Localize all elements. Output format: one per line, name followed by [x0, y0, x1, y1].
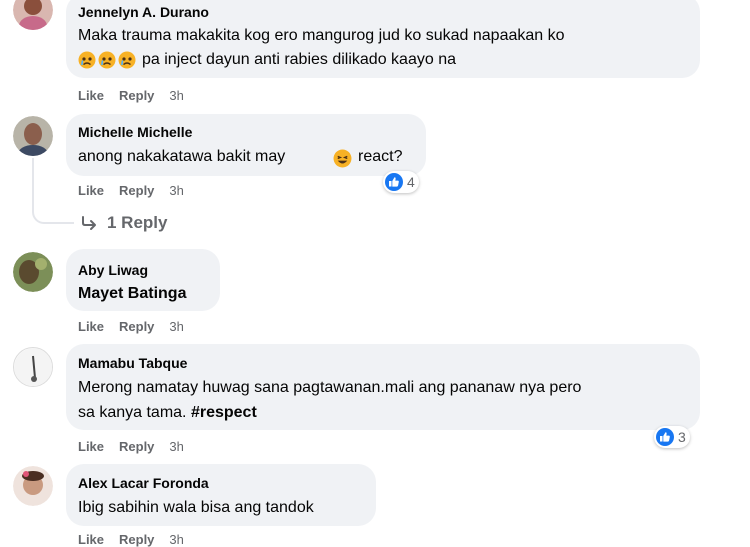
comment-time[interactable]: 3h [169, 439, 183, 454]
comment-text: Maka trauma makakita kog ero mangurog ju… [78, 27, 565, 44]
crying-emojis [78, 51, 136, 69]
comment-time[interactable]: 3h [169, 183, 183, 198]
crying-face-emoji [98, 51, 116, 69]
avatar-michelle[interactable] [13, 116, 53, 156]
comment-text-suffix: react? [358, 148, 403, 165]
comment-text: Merong namatay huwag sana pagtawanan.mal… [78, 379, 582, 396]
comment-actions: Like Reply 3h [78, 439, 199, 454]
hashtag-link[interactable]: #respect [191, 404, 257, 421]
reply-button[interactable]: Reply [119, 88, 154, 103]
comment-text-line2: pa inject dayun anti rabies dilikado kaa… [142, 51, 456, 68]
reaction-count: 4 [407, 174, 415, 190]
comment-text-line2-body: sa kanya tama. #respect [78, 404, 257, 421]
avatar-alex[interactable] [13, 466, 53, 506]
reply-button[interactable]: Reply [119, 319, 154, 334]
comment-author[interactable]: Mamabu Tabque [78, 355, 187, 371]
avatar-mamabu[interactable] [13, 347, 53, 387]
like-reaction-icon [656, 428, 674, 446]
comment-time[interactable]: 3h [169, 319, 183, 334]
like-button[interactable]: Like [78, 439, 104, 454]
like-button[interactable]: Like [78, 319, 104, 334]
comment-text[interactable]: Mayet Batinga [78, 285, 186, 303]
comment-actions: Like Reply 3h [78, 88, 199, 103]
like-button[interactable]: Like [78, 532, 104, 547]
like-reaction-icon [385, 173, 403, 191]
comment-text-line2: sa kanya tama. #respect [78, 404, 257, 422]
reply-button[interactable]: Reply [119, 183, 154, 198]
thread-connector-curve [32, 196, 74, 224]
comment-time[interactable]: 3h [169, 532, 183, 547]
comment-author[interactable]: Aby Liwag [78, 262, 148, 278]
avatar-aby[interactable] [13, 252, 53, 292]
reply-button[interactable]: Reply [119, 532, 154, 547]
like-button[interactable]: Like [78, 88, 104, 103]
comment-actions: Like Reply 3h [78, 532, 199, 547]
comment-actions: Like Reply 3h [78, 319, 199, 334]
reaction-summary[interactable]: 3 [654, 426, 690, 448]
view-replies-button[interactable]: 1 Reply [80, 213, 167, 233]
reaction-summary[interactable]: 4 [383, 171, 419, 193]
comment-author[interactable]: Michelle Michelle [78, 124, 192, 140]
crying-face-emoji [78, 51, 96, 69]
comment-actions: Like Reply 3h [78, 183, 199, 198]
reply-arrow-icon [82, 216, 96, 230]
crying-face-emoji [118, 51, 136, 69]
comment-time[interactable]: 3h [169, 88, 183, 103]
laughing-face-emoji [333, 149, 352, 168]
comment-author[interactable]: Jennelyn A. Durano [78, 4, 209, 20]
reply-button[interactable]: Reply [119, 439, 154, 454]
comment-text: anong nakakatawa bakit may [78, 148, 286, 165]
comment-author[interactable]: Alex Lacar Foronda [78, 475, 209, 491]
reaction-count: 3 [678, 429, 686, 445]
comment-text: Ibig sabihin wala bisa ang tandok [78, 499, 314, 516]
like-button[interactable]: Like [78, 183, 104, 198]
avatar-jennelyn[interactable] [13, 0, 53, 30]
replies-label[interactable]: 1 Reply [107, 213, 167, 233]
